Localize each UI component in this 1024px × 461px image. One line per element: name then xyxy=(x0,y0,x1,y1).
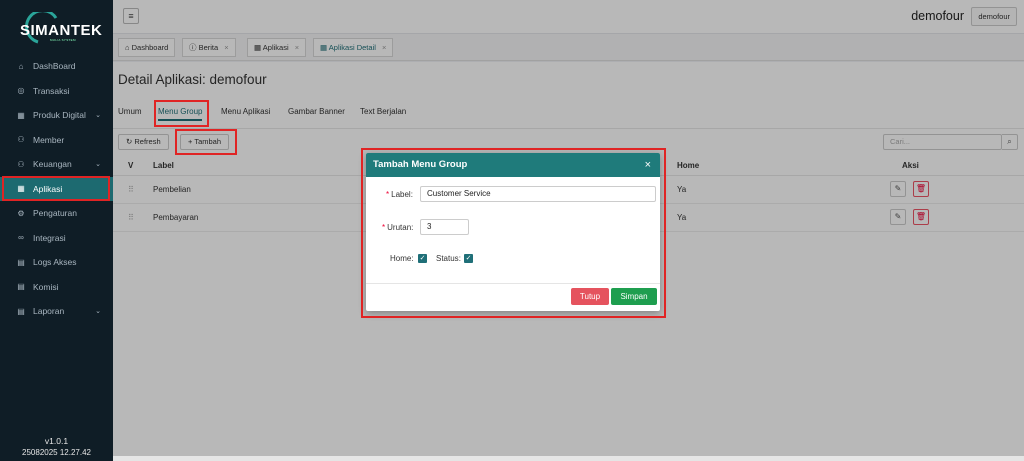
status-checkbox[interactable]: ✓ xyxy=(464,254,473,263)
modal-header: Tambah Menu Group × xyxy=(366,153,660,177)
label-field-label: * Label: xyxy=(386,190,413,199)
urutan-field-label: * Urutan: xyxy=(382,223,414,232)
sidebar: SIMANTEK MULIA SYSTEM ⌂ DashBoard ◎ Tran… xyxy=(0,0,113,461)
home-icon: ⌂ xyxy=(18,61,24,71)
file-icon: ▤ xyxy=(17,282,25,292)
sidebar-item-pengaturan[interactable]: ⚙ Pengaturan xyxy=(0,201,113,226)
chevron-down-icon: ⌄ xyxy=(95,161,101,169)
sidebar-item-laporan[interactable]: ▤ Laporan ⌄ xyxy=(0,299,113,324)
grid-icon: ▦ xyxy=(17,184,25,194)
cancel-button[interactable]: Tutup xyxy=(571,288,609,305)
sidebar-item-label: DashBoard xyxy=(33,61,76,72)
sidebar-item-label: Komisi xyxy=(33,281,59,292)
modal-footer xyxy=(366,283,660,284)
file-icon: ▤ xyxy=(17,257,25,267)
sidebar-item-member[interactable]: ⚇ Member xyxy=(0,128,113,153)
save-button[interactable]: Simpan xyxy=(611,288,657,305)
sidebar-item-komisi[interactable]: ▤ Komisi xyxy=(0,275,113,300)
urutan-input[interactable]: 3 xyxy=(420,219,469,235)
sidebar-item-transaksi[interactable]: ◎ Transaksi xyxy=(0,79,113,104)
required-mark: * xyxy=(382,223,386,232)
sidebar-item-aplikasi[interactable]: ▦ Aplikasi xyxy=(0,176,113,201)
app-build: 25082025 12.27.42 xyxy=(22,448,91,457)
horizontal-scrollbar[interactable] xyxy=(113,456,1024,461)
chevron-down-icon: ⌄ xyxy=(95,308,101,316)
sidebar-item-label: Integrasi xyxy=(33,232,66,243)
field-label-text: Status xyxy=(436,254,459,263)
sidebar-item-label: Transaksi xyxy=(33,85,70,96)
sidebar-item-label: Member xyxy=(33,134,65,145)
sidebar-item-integrasi[interactable]: ∞ Integrasi xyxy=(0,226,113,251)
grid-icon: ▦ xyxy=(17,110,25,120)
required-mark: * xyxy=(386,190,390,199)
sidebar-item-label: Keuangan xyxy=(33,159,72,170)
home-field-label: Home: xyxy=(390,254,414,263)
add-menu-group-modal: Tambah Menu Group × * Label: Customer Ser… xyxy=(366,153,660,311)
gear-icon: ⚙ xyxy=(17,208,25,218)
field-label-text: Label xyxy=(391,190,411,199)
sidebar-item-logs-akses[interactable]: ▤ Logs Akses xyxy=(0,250,113,275)
chevron-down-icon: ⌄ xyxy=(95,112,101,120)
field-label-text: Home xyxy=(390,254,412,263)
brand-tagline: MULIA SYSTEM xyxy=(50,38,76,42)
app-version: v1.0.1 xyxy=(44,436,69,446)
label-input[interactable]: Customer Service xyxy=(420,186,656,202)
brand-name: SIMANTEK xyxy=(20,22,103,39)
home-checkbox[interactable]: ✓ xyxy=(418,254,427,263)
file-icon: ▤ xyxy=(17,306,25,316)
modal-title: Tambah Menu Group xyxy=(373,159,468,170)
sidebar-item-label: Laporan xyxy=(33,306,65,317)
link-icon: ∞ xyxy=(18,233,24,243)
users-icon: ⚇ xyxy=(17,159,25,169)
sidebar-item-keuangan[interactable]: ⚇ Keuangan ⌄ xyxy=(0,152,113,177)
sidebar-item-label: Logs Akses xyxy=(33,257,77,268)
sidebar-item-label: Pengaturan xyxy=(33,208,77,219)
circle-icon: ◎ xyxy=(17,86,25,96)
close-icon[interactable]: × xyxy=(645,153,651,177)
sidebar-item-label: Aplikasi xyxy=(33,183,63,194)
field-label-text: Urutan xyxy=(387,223,412,232)
sidebar-item-dashboard[interactable]: ⌂ DashBoard xyxy=(0,54,113,79)
users-icon: ⚇ xyxy=(17,135,25,145)
sidebar-nav: ⌂ DashBoard ◎ Transaksi ▦ Produk Digital… xyxy=(0,54,113,324)
sidebar-item-produk-digital[interactable]: ▦ Produk Digital ⌄ xyxy=(0,103,113,128)
sidebar-item-label: Produk Digital xyxy=(33,110,86,121)
status-field-label: Status: xyxy=(436,254,461,263)
